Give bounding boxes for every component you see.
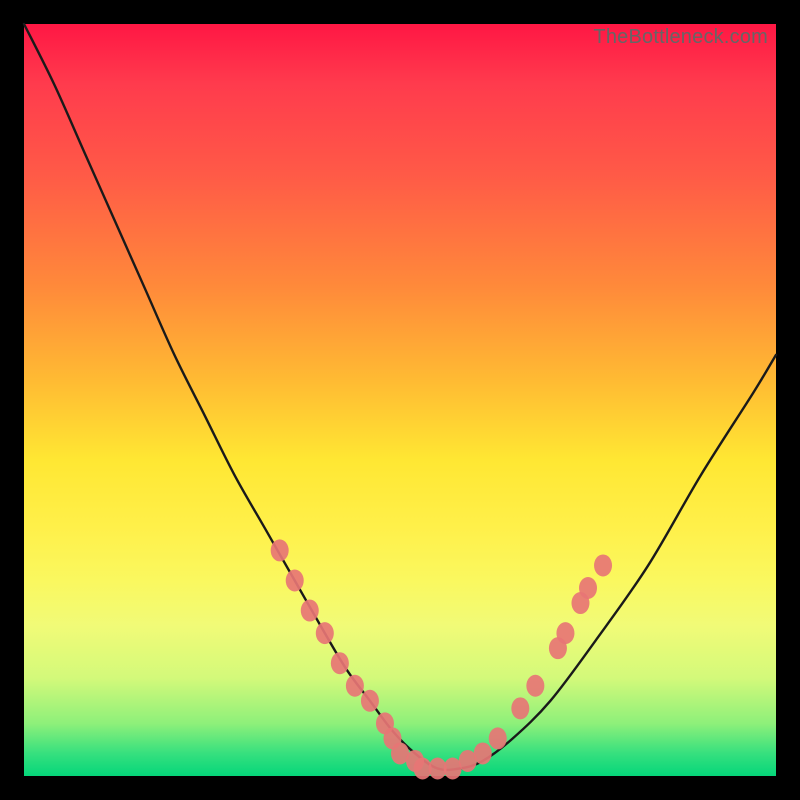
watermark-text: TheBottleneck.com <box>593 26 768 49</box>
curve-markers <box>271 539 612 779</box>
chart-frame: TheBottleneck.com <box>24 24 776 776</box>
curve-marker <box>556 622 574 644</box>
curve-marker <box>301 600 319 622</box>
curve-marker <box>526 675 544 697</box>
chart-svg <box>24 24 776 776</box>
curve-marker <box>286 569 304 591</box>
curve-marker <box>511 697 529 719</box>
curve-marker <box>361 690 379 712</box>
curve-marker <box>474 742 492 764</box>
bottleneck-curve-path <box>24 24 776 770</box>
curve-marker <box>271 539 289 561</box>
curve-marker <box>594 554 612 576</box>
curve-marker <box>346 675 364 697</box>
curve-marker <box>489 727 507 749</box>
curve-marker <box>579 577 597 599</box>
bottleneck-curve <box>24 24 776 770</box>
curve-marker <box>316 622 334 644</box>
curve-marker <box>331 652 349 674</box>
